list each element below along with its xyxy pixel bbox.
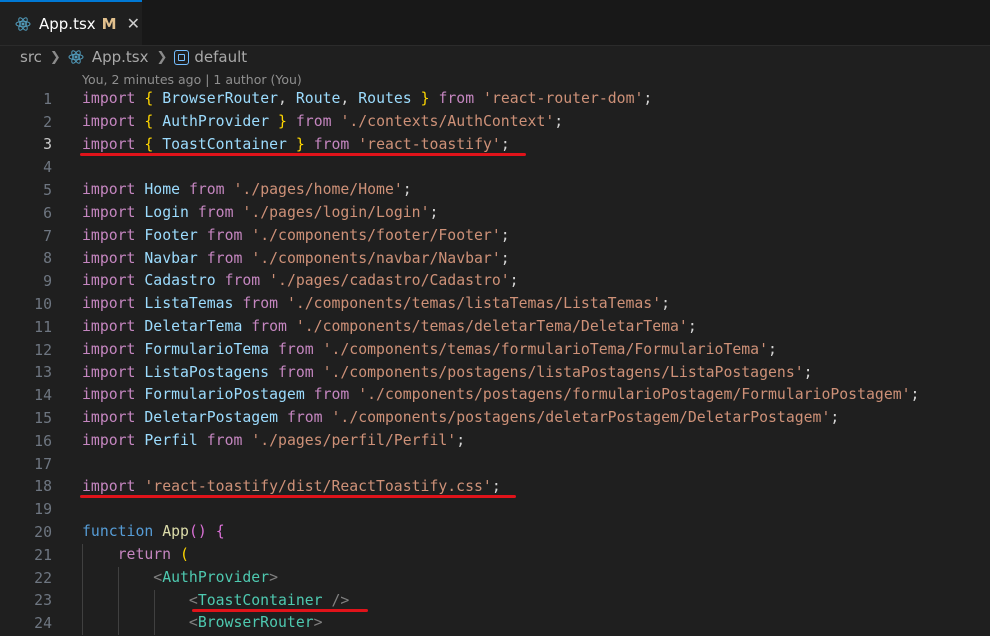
code-line: 14 import FormularioPostagem from './comp… <box>0 384 990 407</box>
line-number: 21 <box>34 546 52 564</box>
code-text: import DeletarTema from './components/te… <box>82 317 697 335</box>
code-line: 21 return ( <box>0 543 990 567</box>
editor-tab-bar: App.tsx M ✕ <box>0 0 990 46</box>
chevron-right-icon: ❯ <box>49 49 61 65</box>
react-icon <box>68 50 84 64</box>
code-line: 12 import FormularioTema from './componen… <box>0 339 990 362</box>
code-line: 8 import Navbar from './components/navbar… <box>0 248 990 271</box>
breadcrumb-folder[interactable]: src <box>20 48 42 66</box>
tab-label: App.tsx <box>39 14 96 33</box>
line-number: 3 <box>43 136 52 154</box>
line-number: 24 <box>34 615 52 633</box>
code-text: import ListaPostagens from './components… <box>82 363 813 381</box>
code-text: import Home from './pages/home/Home'; <box>82 181 412 199</box>
line-number: 13 <box>34 364 52 382</box>
code-text: import Login from './pages/login/Login'; <box>82 203 439 221</box>
chevron-right-icon: ❯ <box>156 49 168 65</box>
code-text: function App() { <box>82 523 225 541</box>
line-number: 1 <box>43 90 52 108</box>
symbol-variable-icon <box>174 49 190 65</box>
code-text: import { AuthProvider } from './contexts… <box>82 112 564 130</box>
code-line: 3 import { ToastContainer } from 'react-t… <box>0 134 990 157</box>
react-icon <box>15 16 31 31</box>
line-number: 18 <box>34 478 52 496</box>
red-underline <box>80 494 516 498</box>
red-underline <box>192 608 368 612</box>
code-text: import FormularioPostagem from './compon… <box>82 386 920 404</box>
breadcrumb: src ❯ App.tsx ❯ default <box>0 45 990 69</box>
code-text: return ( <box>117 545 189 563</box>
line-number: 8 <box>43 250 52 268</box>
code-text: import FormularioTema from './components… <box>82 340 777 358</box>
breadcrumb-symbol-label: default <box>194 48 248 66</box>
line-number: 9 <box>43 273 52 291</box>
code-line: 6 import Login from './pages/login/Login'… <box>0 202 990 225</box>
tab-app-tsx[interactable]: App.tsx M ✕ <box>0 0 142 45</box>
modified-indicator: M <box>101 14 117 33</box>
code-text: import ListaTemas from './components/tem… <box>82 295 671 313</box>
line-number: 17 <box>34 455 52 473</box>
code-text: <AuthProvider> <box>153 568 279 586</box>
code-line: 11 import DeletarTema from './components/… <box>0 316 990 339</box>
code-line: 17 <box>0 453 990 476</box>
code-line: 7 import Footer from './components/footer… <box>0 225 990 248</box>
code-text: <BrowserRouter> <box>188 614 323 632</box>
code-line: 23 <ToastContainer /> <box>0 589 990 613</box>
code-line: 24 <BrowserRouter> <box>0 612 990 636</box>
breadcrumb-file[interactable]: App.tsx <box>68 48 149 66</box>
code-text: import DeletarPostagem from './component… <box>82 409 840 427</box>
line-number: 2 <box>43 113 52 131</box>
line-number: 14 <box>34 387 52 405</box>
code-line: 5 import Home from './pages/home/Home'; <box>0 179 990 202</box>
line-number: 4 <box>43 159 52 177</box>
code-line: 13 import ListaPostagens from './componen… <box>0 362 990 385</box>
code-line: 16 import Perfil from './pages/perfil/Per… <box>0 430 990 453</box>
line-number: 10 <box>34 296 52 314</box>
line-number: 6 <box>43 204 52 222</box>
code-line: 10 import ListaTemas from './components/t… <box>0 293 990 316</box>
breadcrumb-symbol[interactable]: default <box>174 48 247 66</box>
code-line: 18 import 'react-toastify/dist/ReactToast… <box>0 476 990 499</box>
line-number: 12 <box>34 341 52 359</box>
code-text: import Cadastro from './pages/cadastro/C… <box>82 272 519 290</box>
code-line: 20 function App() { <box>0 521 990 544</box>
code-editor[interactable]: 1 import { BrowserRouter, Route, Routes }… <box>0 88 990 636</box>
line-number: 16 <box>34 432 52 450</box>
line-number: 5 <box>43 182 52 200</box>
red-underline <box>80 152 526 156</box>
code-line: 1 import { BrowserRouter, Route, Routes }… <box>0 88 990 111</box>
line-number: 23 <box>34 592 52 610</box>
code-text: import Navbar from './components/navbar/… <box>82 249 510 267</box>
line-number: 19 <box>34 501 52 519</box>
line-number: 22 <box>34 569 52 587</box>
code-line: 4 <box>0 156 990 179</box>
code-line: 2 import { AuthProvider } from './context… <box>0 111 990 134</box>
line-number: 7 <box>43 227 52 245</box>
code-line: 22 <AuthProvider> <box>0 566 990 590</box>
line-number: 20 <box>34 524 52 542</box>
breadcrumb-file-label: App.tsx <box>91 48 149 66</box>
code-line: 15 import DeletarPostagem from './compone… <box>0 407 990 430</box>
line-number: 11 <box>34 318 52 336</box>
line-number: 15 <box>34 410 52 428</box>
code-line: 9 import Cadastro from './pages/cadastro/… <box>0 270 990 293</box>
code-line: 19 <box>0 498 990 521</box>
code-text: import Footer from './components/footer/… <box>82 226 510 244</box>
code-text: import { BrowserRouter, Route, Routes } … <box>82 90 653 107</box>
git-blame-codelens[interactable]: You, 2 minutes ago | 1 author (You) <box>82 72 302 87</box>
code-text: import Perfil from './pages/perfil/Perfi… <box>82 431 466 449</box>
close-icon[interactable]: ✕ <box>127 14 140 33</box>
